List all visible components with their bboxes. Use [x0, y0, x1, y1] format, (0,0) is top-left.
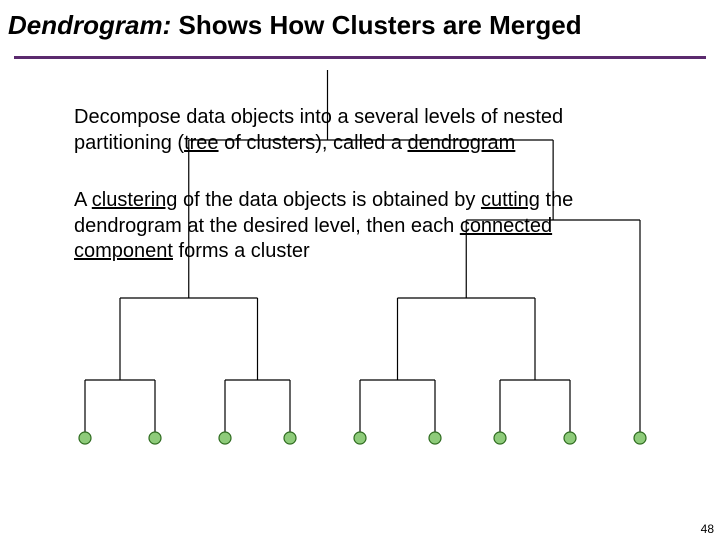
leaf-node [354, 432, 366, 444]
leaf-node [634, 432, 646, 444]
p1-u1: tree [184, 132, 218, 154]
leaf-node [494, 432, 506, 444]
p2-t4: forms a cluster [173, 240, 310, 262]
leaf-node [149, 432, 161, 444]
p2-u2: cutting [481, 189, 540, 211]
title-underline [14, 56, 706, 59]
leaf-node [564, 432, 576, 444]
page-number: 48 [701, 522, 714, 536]
p2-t1: A [74, 189, 92, 211]
p2-u1: clustering [92, 189, 178, 211]
paragraph-2: A clustering of the data objects is obta… [74, 188, 650, 265]
slide-title: Dendrogram: Shows How Clusters are Merge… [8, 10, 712, 41]
leaf-node [284, 432, 296, 444]
paragraph-1: Decompose data objects into a several le… [74, 105, 650, 156]
leaf-node [429, 432, 441, 444]
leaf-node [219, 432, 231, 444]
p1-t2: of clusters), called a [219, 132, 408, 154]
title-prefix: Dendrogram: [8, 10, 171, 40]
leaf-node [79, 432, 91, 444]
p2-t2: of the data objects is obtained by [177, 189, 481, 211]
title-rest: Shows How Clusters are Merged [171, 10, 581, 40]
p1-u2: dendrogram [408, 132, 516, 154]
